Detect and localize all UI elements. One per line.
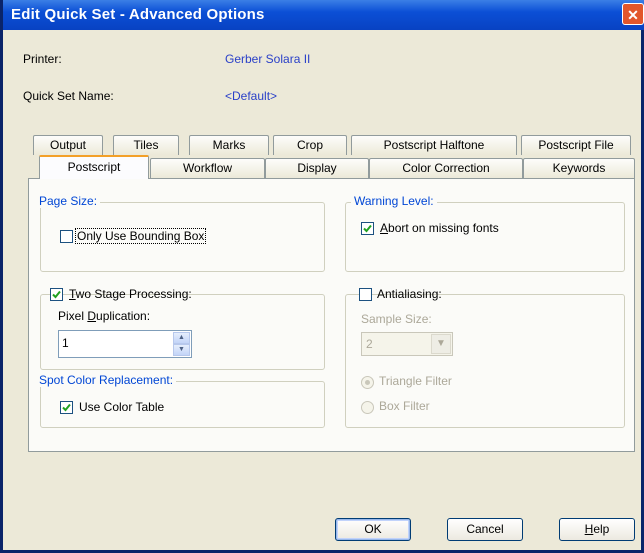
help-button[interactable]: Help (559, 518, 635, 541)
antialiasing-checkbox[interactable] (359, 288, 372, 301)
page-size-legend: Page Size: (36, 194, 101, 208)
triangle-filter-label: Triangle Filter (379, 374, 452, 388)
increment-icon[interactable]: ▲ (173, 332, 190, 344)
bounding-box-checkbox[interactable] (60, 230, 73, 243)
antialiasing-label[interactable]: Antialiasing: (377, 287, 442, 301)
box-filter-label: Box Filter (379, 399, 430, 413)
tab-tiles[interactable]: Tiles (113, 135, 179, 155)
pixel-duplication-value[interactable]: 1 (62, 336, 69, 350)
two-stage-label[interactable]: Two Stage Processing: (69, 287, 192, 301)
tab-postscript-file[interactable]: Postscript File (521, 135, 631, 155)
abort-missing-fonts-label[interactable]: Abort on missing fonts (380, 221, 499, 235)
tab-marks[interactable]: Marks (189, 135, 269, 155)
tab-crop[interactable]: Crop (273, 135, 347, 155)
tab-postscript[interactable]: Postscript (39, 155, 149, 179)
sample-size-label: Sample Size: (361, 312, 432, 326)
triangle-filter-radio[interactable] (361, 376, 374, 389)
quickset-name-value: <Default> (225, 89, 278, 103)
box-filter-radio[interactable] (361, 401, 374, 414)
use-color-table-label[interactable]: Use Color Table (79, 400, 164, 414)
close-icon[interactable]: ✕ (622, 3, 644, 25)
tab-keywords[interactable]: Keywords (523, 158, 635, 178)
tab-output[interactable]: Output (33, 135, 103, 155)
tab-display[interactable]: Display (265, 158, 369, 178)
ok-button[interactable]: OK (335, 518, 411, 541)
pixel-duplication-stepper[interactable]: 1 ▲ ▼ (58, 330, 192, 358)
sample-size-select[interactable]: 2 ▼ (361, 332, 453, 356)
decrement-icon[interactable]: ▼ (173, 344, 190, 356)
spot-color-legend: Spot Color Replacement: (36, 373, 177, 387)
use-color-table-checkbox[interactable] (60, 401, 73, 414)
tab-color-correction[interactable]: Color Correction (369, 158, 523, 178)
cancel-button[interactable]: Cancel (447, 518, 523, 541)
warning-level-group (345, 202, 625, 272)
chevron-down-icon[interactable]: ▼ (431, 334, 451, 354)
abort-missing-fonts-checkbox[interactable] (361, 222, 374, 235)
pixel-duplication-label: Pixel Duplication: (58, 309, 151, 323)
window-title: Edit Quick Set - Advanced Options (11, 6, 265, 23)
printer-value: Gerber Solara II (225, 52, 311, 66)
quickset-name-label: Quick Set Name: (23, 89, 114, 103)
sample-size-value: 2 (366, 337, 373, 351)
two-stage-checkbox[interactable] (50, 288, 63, 301)
bounding-box-label[interactable]: Only Use Bounding Box (75, 228, 207, 244)
dialog-window: Edit Quick Set - Advanced Options ✕ Prin… (0, 0, 644, 553)
warning-level-legend: Warning Level: (351, 194, 437, 208)
tab-postscript-halftone[interactable]: Postscript Halftone (351, 135, 517, 155)
tab-workflow[interactable]: Workflow (150, 158, 265, 178)
title-bar[interactable]: Edit Quick Set - Advanced Options ✕ (3, 0, 644, 30)
printer-label: Printer: (23, 52, 62, 66)
